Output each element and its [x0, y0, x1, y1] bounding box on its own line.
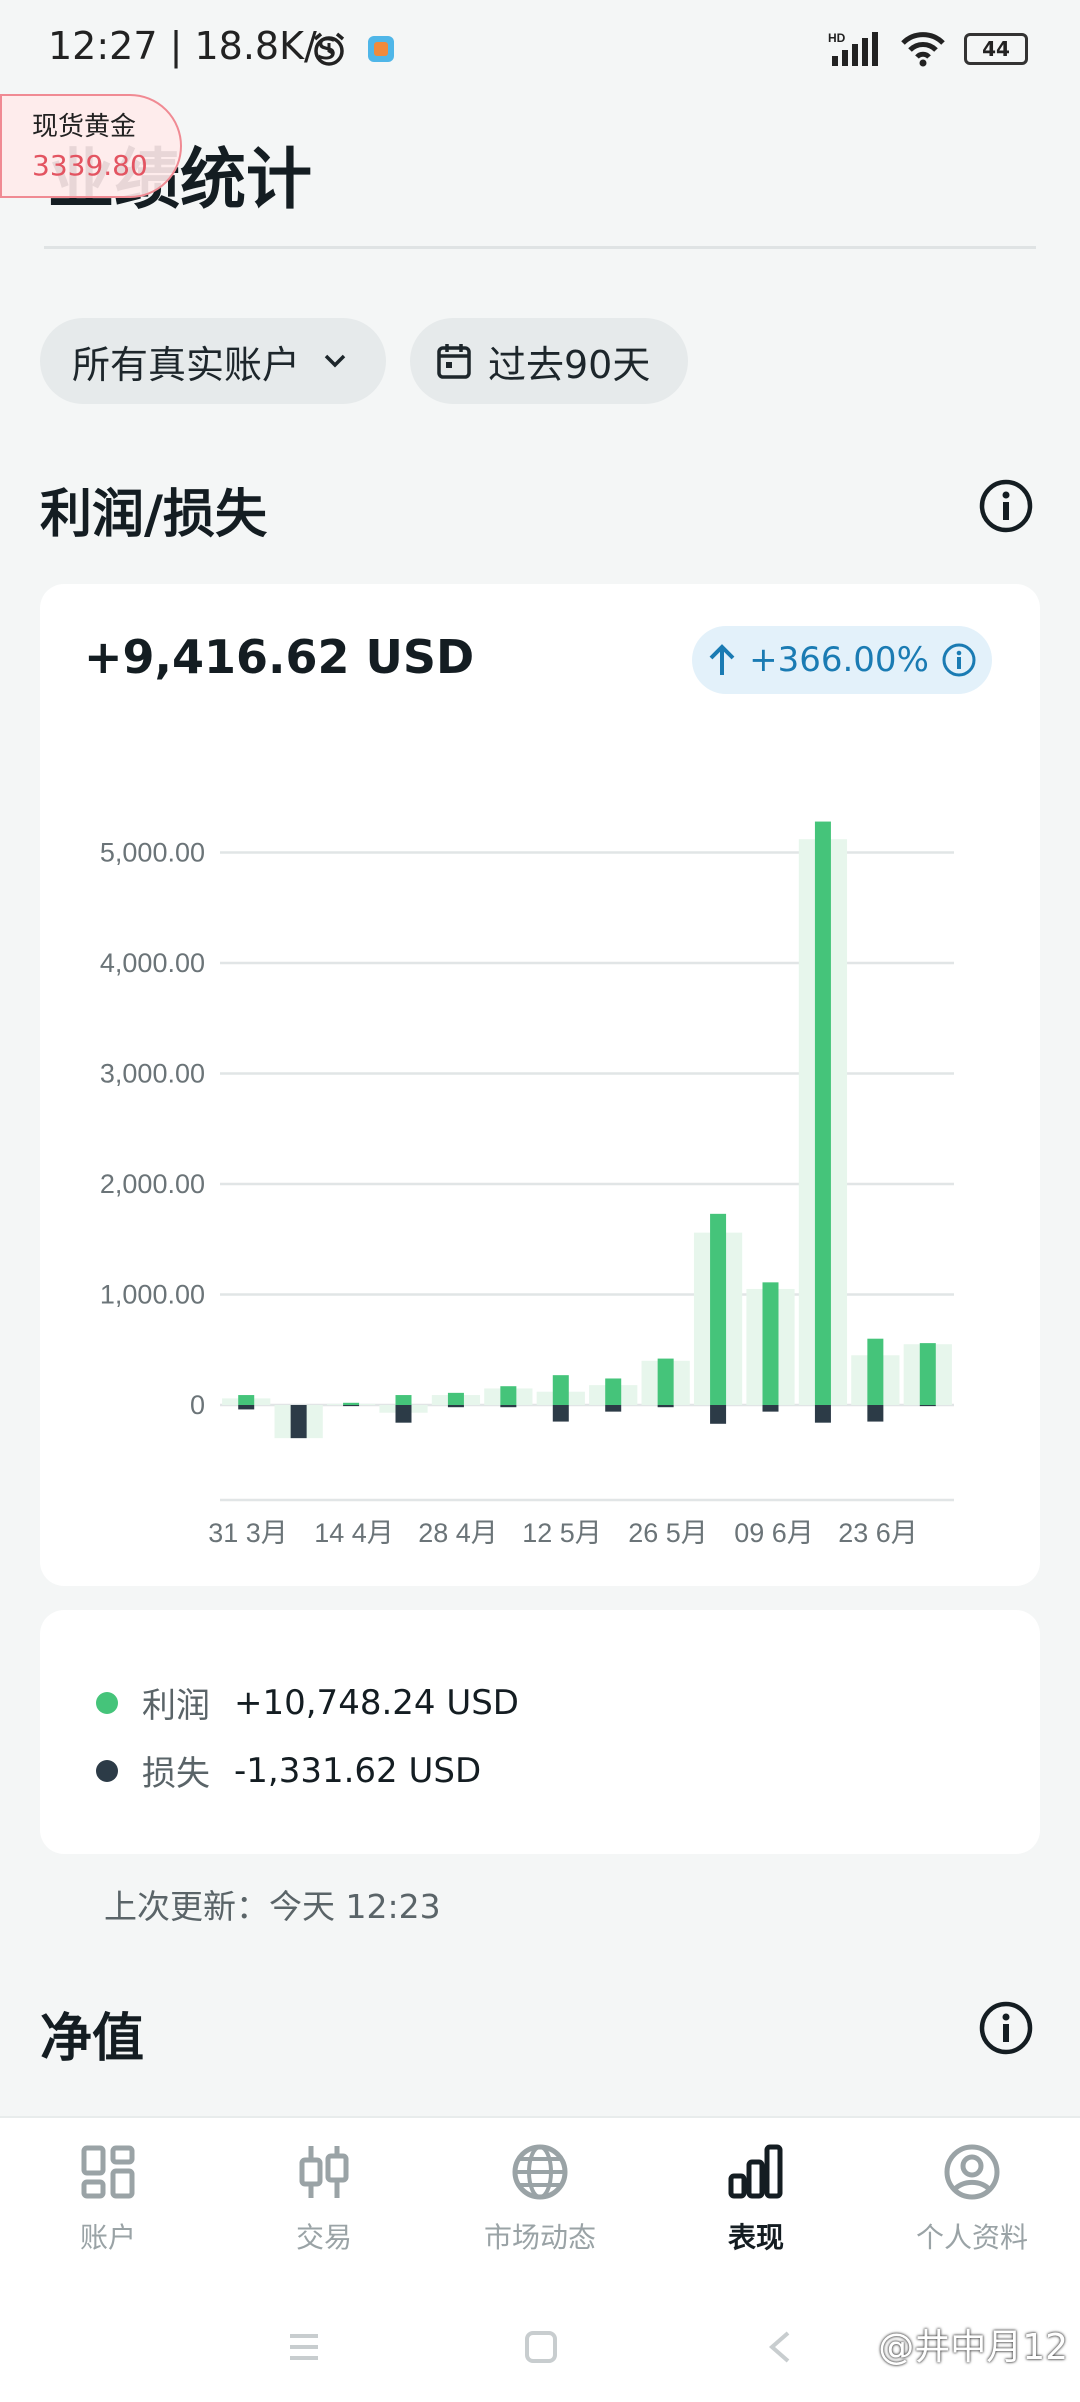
loss-bar [290, 1405, 307, 1439]
x-tick-label: 23 6月 [838, 1518, 918, 1548]
loss-bar [867, 1405, 884, 1422]
signal-icon: HD [828, 31, 878, 66]
nav-account[interactable]: 账户 [0, 2142, 216, 2256]
profile-icon [944, 2144, 1000, 2200]
profit-loss-chart: 5,000.00 4,000.00 3,000.00 2,000.00 1,000.00… [100, 821, 954, 1548]
info-icon [942, 643, 976, 677]
chevron-down-icon [324, 354, 346, 368]
battery-indicator: 44 [964, 33, 1028, 65]
arrow-up-icon [709, 644, 735, 675]
profit-bar [343, 1402, 360, 1405]
y-tick-label: 0 [190, 1390, 205, 1420]
legend-card [40, 1610, 1040, 1854]
y-tick-label: 5,000.00 [100, 838, 205, 868]
nav-profile-label: 个人资料 [915, 2221, 1028, 2254]
account-filter-label: 所有真实账户 [72, 342, 301, 387]
loss-dot [96, 1759, 118, 1782]
nav-market-label: 市场动态 [483, 2221, 596, 2254]
bar-chart-icon [728, 2144, 783, 2199]
nav-market[interactable]: 市场动态 [432, 2142, 648, 2256]
app-notification-icon [368, 36, 394, 62]
x-tick-label: 14 4月 [314, 1518, 394, 1548]
profit-dot [96, 1691, 118, 1714]
profit-bar [919, 1343, 936, 1405]
loss-bar [343, 1405, 360, 1407]
watermark-text: @井中月12 [878, 2327, 1068, 2368]
x-tick-label: 31 3月 [208, 1518, 288, 1548]
candlestick-icon [299, 2146, 349, 2198]
nav-performance[interactable]: 表现 [648, 2142, 864, 2256]
legend-loss-value: -1,331.62 USD [234, 1750, 482, 1791]
alarm-icon [310, 30, 348, 72]
profit-bar [552, 1375, 569, 1405]
last-updated: 上次更新：今天 12:23 [104, 1887, 441, 1926]
loss-bar [552, 1405, 569, 1422]
loss-bar [657, 1405, 674, 1408]
info-icon[interactable] [978, 2000, 1034, 2056]
period-filter-label: 过去90天 [488, 342, 651, 387]
loss-bar [395, 1405, 412, 1423]
legend-profit: 利润 +10,748.24 USD [96, 1678, 519, 1727]
wifi-icon [901, 32, 945, 67]
menu-icon[interactable] [288, 2330, 320, 2364]
loss-bar [500, 1405, 517, 1408]
profit-bar [762, 1282, 779, 1405]
nav-trade-label: 交易 [295, 2221, 352, 2254]
status-icons: HD 44 [828, 30, 1028, 68]
profit-bar [238, 1395, 255, 1405]
legend-loss-label: 损失 [142, 1754, 210, 1794]
y-tick-label: 2,000.00 [100, 1169, 205, 1199]
account-filter-chip[interactable]: 所有真实账户 [40, 318, 386, 404]
divider [44, 246, 1036, 249]
loss-bar [710, 1405, 727, 1424]
profit-bar [710, 1213, 727, 1405]
nav-trade[interactable]: 交易 [216, 2142, 432, 2256]
x-tick-label: 09 6月 [734, 1518, 814, 1548]
gold-name: 现货黄金 [32, 112, 137, 142]
svg-text:HD: HD [828, 31, 846, 45]
profit-loss-title: 利润/损失 [40, 485, 267, 545]
profit-bar [605, 1378, 622, 1405]
profit-bar [500, 1386, 517, 1405]
profit-bar [867, 1338, 884, 1405]
gold-price: 3339.80 [32, 149, 148, 182]
info-icon[interactable] [978, 478, 1034, 534]
status-time: 12:27 | 18.8K/s [48, 24, 337, 68]
legend-profit-label: 利润 [142, 1686, 210, 1726]
dashboard-icon [81, 2145, 135, 2199]
change-value: +366.00% [749, 640, 929, 680]
loss-bar [447, 1405, 464, 1408]
x-tick-label: 12 5月 [522, 1518, 602, 1548]
profit-bar [657, 1358, 674, 1405]
y-tick-label: 3,000.00 [100, 1059, 205, 1089]
x-tick-label: 28 4月 [418, 1518, 498, 1548]
profit-bar [447, 1392, 464, 1405]
profit-bar [814, 821, 831, 1405]
nav-account-label: 账户 [79, 2221, 136, 2254]
globe-icon [512, 2144, 568, 2200]
home-icon[interactable] [524, 2330, 558, 2364]
calendar-icon [437, 344, 471, 379]
net-value-title: 净值 [40, 2009, 145, 2069]
period-filter-chip[interactable]: 过去90天 [410, 318, 688, 404]
back-icon[interactable] [766, 2330, 792, 2364]
nav-profile[interactable]: 个人资料 [864, 2142, 1080, 2256]
loss-bar [762, 1405, 779, 1412]
loss-bar [814, 1405, 831, 1423]
legend-profit-value: +10,748.24 USD [234, 1682, 519, 1723]
nav-performance-label: 表现 [727, 2221, 784, 2254]
loss-bar [605, 1405, 622, 1412]
legend-loss: 损失 -1,331.62 USD [96, 1746, 481, 1795]
loss-bar [919, 1405, 936, 1407]
gold-price-widget[interactable]: 现货黄金 3339.80 [0, 94, 182, 198]
x-tick-label: 26 5月 [628, 1518, 708, 1548]
y-tick-label: 1,000.00 [100, 1280, 205, 1310]
loss-bar [238, 1405, 255, 1410]
profit-bar [395, 1395, 412, 1405]
change-badge[interactable]: +366.00% [692, 626, 992, 694]
profit-loss-total: +9,416.62 USD [84, 630, 475, 684]
y-tick-label: 4,000.00 [100, 948, 205, 978]
